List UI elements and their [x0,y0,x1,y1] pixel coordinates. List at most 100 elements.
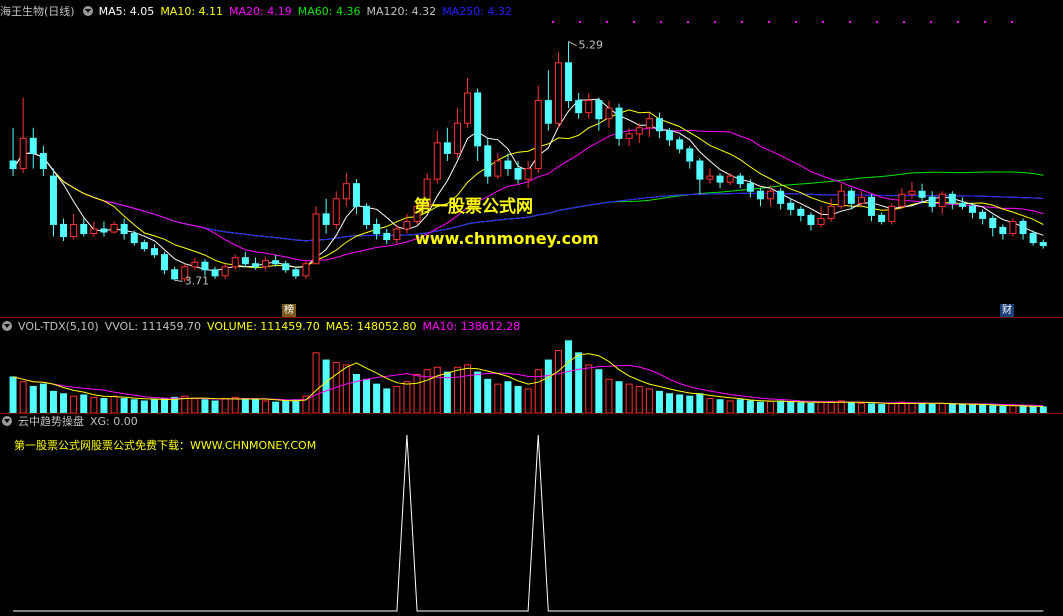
dropdown-icon[interactable] [2,321,12,331]
candle [1019,218,1027,240]
candle [726,173,734,186]
volume-pane [9,340,1047,414]
candle-body [554,62,562,124]
candle [645,112,653,137]
candle [999,224,1007,240]
candle [453,108,461,158]
candle-body [60,223,68,238]
volume-bar [726,400,734,414]
volume-bar [393,386,401,414]
volume-bar [49,390,57,414]
ma20-label: MA20: 4.19 [229,5,292,18]
rank-tag[interactable]: 榜 [282,304,296,317]
xg-label: XG: 0.00 [90,415,138,428]
candle [39,145,47,177]
candle [706,168,714,184]
signal-dot [957,21,959,23]
candle [80,218,88,237]
candle [837,183,845,210]
candle-body [1029,233,1037,244]
candle [655,112,663,139]
candle-body [9,160,17,170]
volume-bar [565,340,573,414]
candle-body [514,168,522,180]
signal-dot [1011,21,1013,23]
candle [403,213,411,234]
volume-bar [130,399,138,414]
volume-bar [161,398,169,414]
candle-body [140,242,148,250]
volume-header: VOL-TDX(5,10) VVOL: 111459.70 VOLUME: 1114… [0,319,526,335]
candle-body [595,100,603,120]
candle [676,136,684,154]
candle-body [888,205,896,222]
candle [443,127,451,161]
candle-body [696,160,704,180]
volume-bar [605,378,613,414]
candle-body [241,257,249,265]
volume-bar [817,401,825,414]
candle [363,203,371,229]
volume-bar [453,366,461,414]
volume-bar [969,404,977,414]
volume-bar [373,383,381,414]
candle [807,212,815,231]
volume-bar [241,398,249,414]
candle-body [544,100,552,124]
volume-bar [908,402,916,414]
candle-body [756,190,764,200]
candle-body [565,62,573,102]
candle [686,145,694,169]
candle-body [150,248,158,256]
volume-bar [120,398,128,414]
vol-ma5-label: MA5: 148052.80 [325,320,417,333]
candle [140,239,148,252]
candle [565,41,573,109]
volume-bar [363,378,371,414]
signal-dot [714,21,716,23]
watermark-title: 第一股票公式网 [414,197,533,217]
volume-bar [958,404,966,414]
candle [767,185,775,207]
volume-bar [110,395,118,414]
candle-body [1019,220,1027,235]
chart-canvas: 5.29 3.71 [9,21,1047,612]
volume-bar [676,394,684,414]
signal-indicator-name[interactable]: 云中趋势操盘 [18,415,84,428]
volume-bar [211,400,219,414]
candle-body [363,205,371,225]
volume-bar [9,376,17,414]
candle [19,97,27,174]
candle [171,266,179,281]
candle-body [989,217,997,228]
candle-body [302,263,310,277]
candle [888,203,896,225]
dropdown-icon[interactable] [82,6,93,16]
signal-dot [795,21,797,23]
candle-body [262,260,270,268]
signal-dot [660,21,662,23]
vol-indicator-name[interactable]: VOL-TDX(5,10) [18,320,99,333]
volume-bar [979,404,987,414]
finance-tag[interactable]: 财 [1000,304,1014,317]
volume-bar [251,399,259,414]
candle-body [787,202,795,210]
candle-body [110,223,118,233]
dropdown-icon[interactable] [2,416,12,426]
annotation-leader [174,279,183,282]
volume-bar [928,403,936,414]
candle [312,206,320,265]
candle-body [322,213,330,225]
promo-text: 第一股票公式网股票公式免费下载：WWW.CHNMONEY.COM [14,439,317,452]
candle [70,213,78,240]
volume-bar [191,398,199,414]
candle-body [878,214,886,222]
volume-bar [827,400,835,414]
vol-ma10-label: MA10: 138612.28 [422,320,521,333]
candle [282,260,290,273]
candle [221,263,229,279]
stock-name[interactable]: 海王生物(日线) [0,5,75,18]
volume-bar [706,398,714,414]
candle-body [171,269,179,280]
volume-bar [272,401,280,414]
